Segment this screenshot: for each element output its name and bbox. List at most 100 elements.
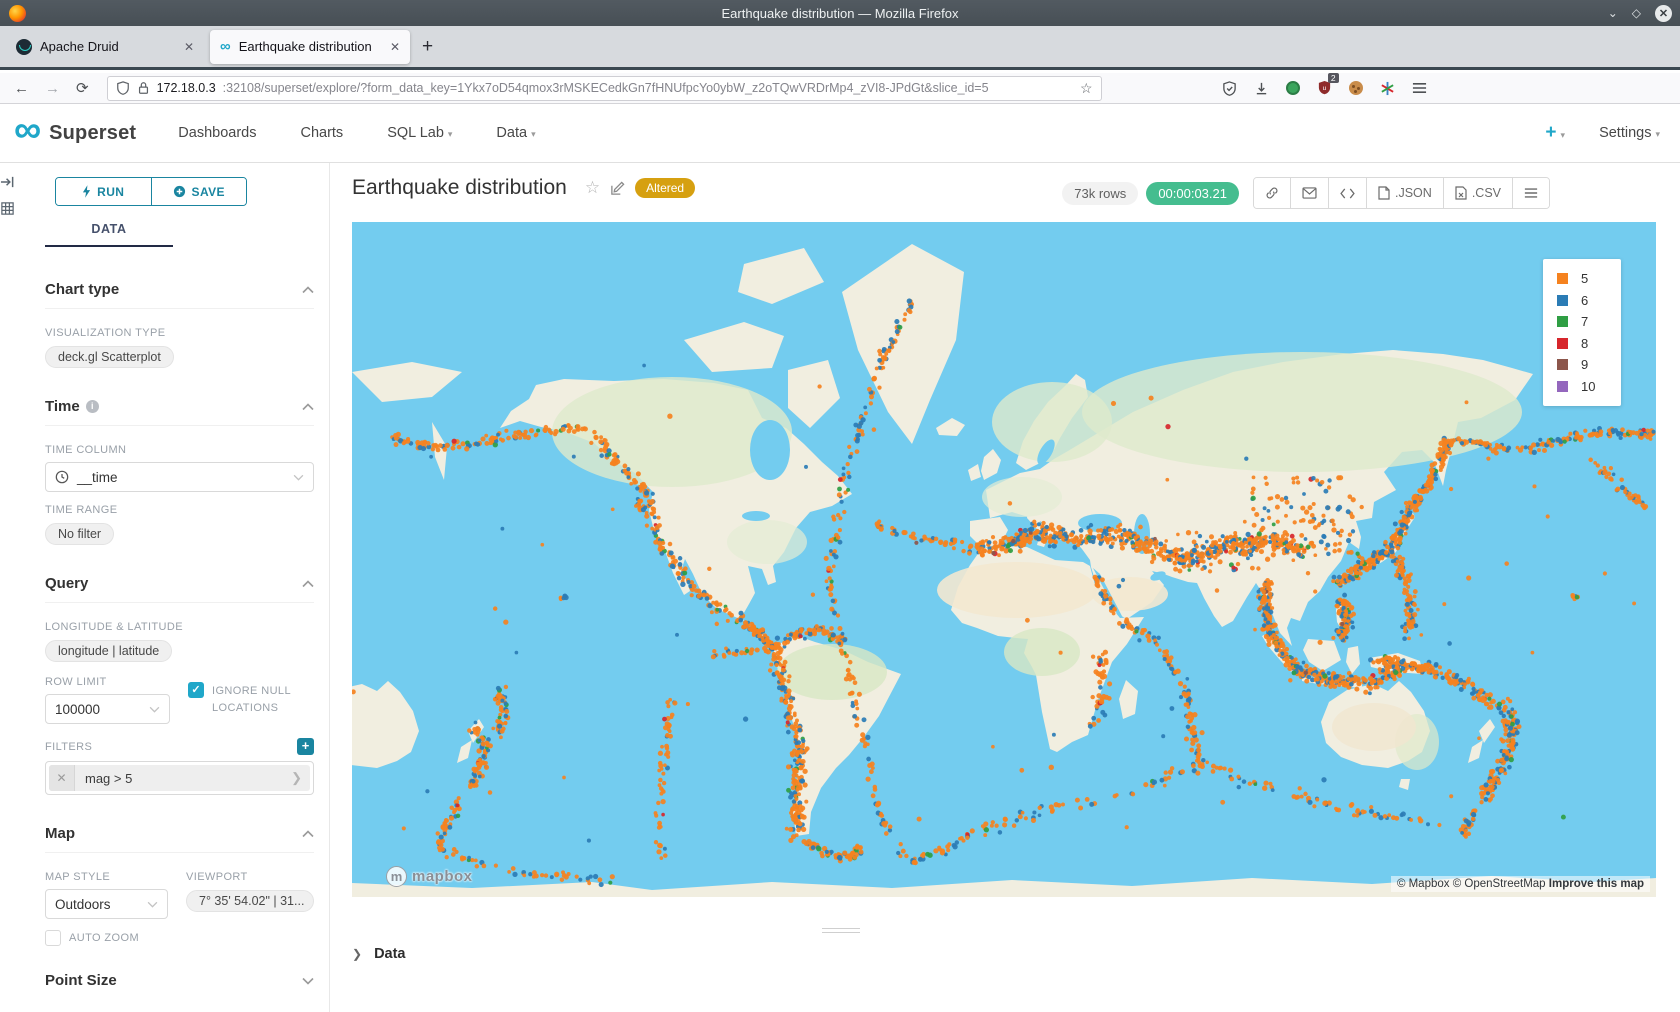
window-close-button[interactable]: ✕ [1655,5,1672,22]
extension-green-icon[interactable] [1286,81,1300,95]
section-time[interactable]: Time i [45,398,314,426]
dataset-grid-icon[interactable] [0,201,15,216]
row-limit-select[interactable]: 100000 [45,694,170,724]
expand-datasource-panel-icon[interactable] [0,175,15,189]
reload-button[interactable]: ⟳ [76,79,89,97]
ignore-null-checkbox[interactable]: ✓ [188,682,204,698]
altered-badge[interactable]: Altered [635,178,695,198]
section-point-size[interactable]: Point Size [45,972,314,999]
deckgl-map[interactable]: 5678910 m mapbox © Mapbox © OpenStreetMa… [352,222,1656,897]
info-icon: i [86,400,99,413]
auto-zoom-label: AUTO ZOOM [69,932,139,944]
caret-down-icon: ▾ [1655,129,1660,139]
viz-type-label: VISUALIZATION TYPE [45,327,314,339]
data-panel-title: Data [374,946,405,962]
bookmark-star-icon[interactable]: ☆ [1080,80,1093,97]
nav-item-data[interactable]: Data▾ [496,125,535,141]
add-filter-button[interactable]: + [297,738,314,755]
chevron-up-icon [302,286,314,294]
query-timer-badge: 00:00:03.21 [1146,182,1239,205]
section-map[interactable]: Map [45,825,314,853]
nav-item-charts[interactable]: Charts [300,125,343,141]
auto-zoom-checkbox[interactable] [45,930,61,946]
map-style-select[interactable]: Outdoors [45,889,168,919]
chevron-down-icon [302,977,314,985]
legend-swatch [1557,338,1568,349]
nav-item-dashboards[interactable]: Dashboards [178,125,256,141]
row-limit-label: ROW LIMIT [45,676,170,688]
viz-type-pill[interactable]: deck.gl Scatterplot [45,346,174,368]
filter-expression: mag > 5 [75,771,132,786]
email-button[interactable] [1290,178,1328,208]
legend-swatch [1557,359,1568,370]
menu-icon [1524,187,1538,199]
envelope-icon [1302,187,1317,199]
legend-label: 5 [1581,271,1588,286]
nav-item-sql-lab[interactable]: SQL Lab▾ [387,125,452,141]
superset-navbar: ∞ Superset Dashboards Charts SQL Lab▾ Da… [0,104,1680,163]
download-icon[interactable] [1254,81,1269,96]
legend-swatch [1557,295,1568,306]
extension-badge-count: 2 [1328,73,1339,83]
url-input[interactable]: 172.18.0.3 :32108/superset/explore/?form… [107,76,1102,101]
hamburger-menu-icon[interactable] [1412,81,1427,95]
chart-panel: Earthquake distribution ☆ Altered 73k ro… [330,163,1680,1012]
export-json-button[interactable]: .JSON [1366,178,1443,208]
lonlat-label: LONGITUDE & LATITUDE [45,621,314,633]
tab-earthquake-distribution[interactable]: ∞ Earthquake distribution ✕ [210,30,410,64]
chevron-down-icon [149,706,160,713]
tab-close-icon[interactable]: ✕ [184,40,194,54]
viewport-pill[interactable]: 7° 35' 54.02" | 31... [186,890,314,912]
legend-swatch [1557,381,1568,392]
lonlat-pill[interactable]: longitude | latitude [45,640,172,662]
settings-menu[interactable]: Settings▾ [1599,125,1660,141]
time-range-pill[interactable]: No filter [45,523,114,545]
back-button[interactable]: ← [14,80,29,97]
colorful-asterisk-extension-icon[interactable] [1380,81,1395,96]
control-panel-sidebar: RUN SAVE DATA Chart type VISUALIZATION T… [30,163,330,1012]
chart-menu-button[interactable] [1512,178,1549,208]
window-minimize-button[interactable]: ⌄ [1608,6,1618,20]
mapbox-logo[interactable]: m mapbox [386,866,473,887]
mapbox-pin-icon: m [386,866,407,887]
embed-code-button[interactable] [1328,178,1366,208]
map-legend: 5678910 [1543,259,1621,406]
save-button[interactable]: SAVE [151,178,247,205]
favorite-star-icon[interactable]: ☆ [585,178,600,198]
section-query[interactable]: Query [45,575,314,603]
superset-logo[interactable]: ∞ Superset [14,121,136,145]
add-new-button[interactable]: +▾ [1545,122,1565,144]
data-panel-toggle[interactable]: ❯ Data [352,946,406,962]
clock-icon [55,470,69,484]
run-button[interactable]: RUN [56,178,151,205]
filter-row[interactable]: ✕ mag > 5 ❯ [49,765,310,791]
tab-apache-druid[interactable]: Apache Druid ✕ [6,30,204,64]
copy-link-button[interactable] [1254,178,1290,208]
tracking-shield-icon[interactable] [116,81,130,95]
export-csv-button[interactable]: .CSV [1443,178,1512,208]
cookie-extension-icon[interactable] [1349,81,1363,95]
time-column-label: TIME COLUMN [45,444,314,456]
protections-shield-icon[interactable] [1222,81,1237,96]
code-icon [1340,188,1355,199]
chart-title: Earthquake distribution [352,176,567,200]
caret-down-icon: ▾ [448,129,453,139]
viewport-label: VIEWPORT [186,871,314,883]
legend-item: 10 [1557,376,1621,398]
time-column-select[interactable]: __time [45,462,314,492]
edit-properties-icon[interactable] [610,181,625,196]
remove-filter-icon[interactable]: ✕ [49,765,75,791]
new-tab-button[interactable]: + [422,36,433,58]
forward-button[interactable]: → [45,80,60,97]
improve-map-link[interactable]: Improve this map [1549,878,1644,890]
insecure-lock-icon[interactable] [137,81,150,95]
section-chart-type[interactable]: Chart type [45,281,314,309]
tab-data[interactable]: DATA [45,222,173,247]
window-maximize-button[interactable]: ◇ [1632,6,1641,20]
adblock-shield-icon[interactable]: u 2 [1317,79,1332,97]
browser-toolbar: ← → ⟳ 172.18.0.3 :32108/superset/explore… [0,73,1680,104]
legend-item: 6 [1557,290,1621,312]
panel-resize-handle[interactable] [822,928,860,936]
tab-close-icon[interactable]: ✕ [390,40,400,54]
legend-item: 7 [1557,311,1621,333]
